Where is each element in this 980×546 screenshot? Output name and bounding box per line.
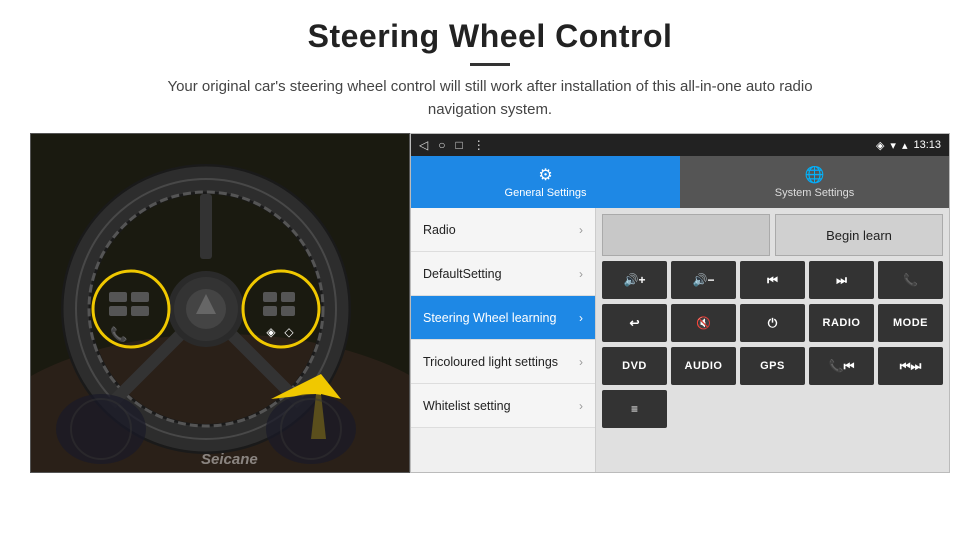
audio-btn-label: AUDIO [685,360,723,372]
begin-learn-button[interactable]: Begin learn [775,214,943,256]
next-icon: ⏭ [836,273,847,288]
tab-system-settings[interactable]: 🌐 System Settings [680,156,949,208]
menu-item-steering-label: Steering Wheel learning [423,311,556,325]
vol-up-button[interactable]: 🔊+ [602,261,667,299]
list-menu-icon: ≡ [631,402,638,416]
rp-row1: Begin learn [602,214,943,256]
menu-arrow-radio: › [579,223,583,237]
phone-icon: 📞 [903,273,918,287]
power-icon: ⏻ [768,316,778,331]
svg-text:◈: ◈ [266,325,276,339]
rp-row2: 🔊+ 🔊− ⏮ ⏭ 📞 [602,261,943,299]
phone-button[interactable]: 📞 [878,261,943,299]
menu-item-steering-wheel[interactable]: Steering Wheel learning › [411,296,595,340]
recents-nav-icon[interactable]: □ [455,138,462,152]
vol-down-button[interactable]: 🔊− [671,261,736,299]
system-settings-label: System Settings [775,187,854,199]
location-icon: ◈ [876,139,884,152]
photo-side: 📞 ◈ ◇ Seicane [30,133,410,473]
menu-item-default-setting[interactable]: DefaultSetting › [411,252,595,296]
page-wrapper: Steering Wheel Control Your original car… [0,0,980,473]
left-menu: Radio › DefaultSetting › Steering Wheel … [411,208,596,472]
menu-arrow-tricoloured: › [579,355,583,369]
back-button[interactable]: ↩ [602,304,667,342]
menu-item-tricoloured[interactable]: Tricoloured light settings › [411,340,595,384]
wifi-icon: ▾ [890,139,896,152]
main-content: Radio › DefaultSetting › Steering Wheel … [411,208,949,472]
skip-icon: ⏮⏭ [900,359,922,374]
skip-button[interactable]: ⏮⏭ [878,347,943,385]
mute-button[interactable]: 🔇 [671,304,736,342]
menu-arrow-default: › [579,267,583,281]
phone-prev-button[interactable]: 📞⏮ [809,347,874,385]
dvd-button[interactable]: DVD [602,347,667,385]
page-title: Steering Wheel Control [30,18,950,55]
menu-nav-icon[interactable]: ⋮ [473,138,485,152]
mode-button[interactable]: MODE [878,304,943,342]
system-settings-icon: 🌐 [805,165,825,185]
gps-button[interactable]: GPS [740,347,805,385]
power-button[interactable]: ⏻ [740,304,805,342]
subtitle-text: Your original car's steering wheel contr… [140,76,840,121]
steering-wheel-svg: 📞 ◈ ◇ Seicane [31,134,410,473]
prev-track-button[interactable]: ⏮ [740,261,805,299]
right-panel: Begin learn 🔊+ 🔊− ⏮ [596,208,949,472]
home-nav-icon[interactable]: ○ [438,138,445,152]
menu-arrow-steering: › [579,311,583,325]
menu-arrow-whitelist: › [579,399,583,413]
status-bar-right: ◈ ▾ ▴ 13:13 [876,139,941,152]
svg-text:📞: 📞 [110,325,128,343]
tab-bar: ⚙ General Settings 🌐 System Settings [411,156,949,208]
gps-btn-label: GPS [760,360,785,372]
dvd-btn-label: DVD [622,360,647,372]
mute-icon: 🔇 [696,316,711,330]
status-bar: ◁ ○ □ ⋮ ◈ ▾ ▴ 13:13 [411,134,949,156]
status-bar-left: ◁ ○ □ ⋮ [419,138,485,152]
content-area: 📞 ◈ ◇ Seicane [30,133,950,473]
signal-icon: ▴ [902,139,908,152]
rp-row3: ↩ 🔇 ⏻ RADIO MODE [602,304,943,342]
menu-item-tricoloured-label: Tricoloured light settings [423,355,558,369]
phone-prev-icon: 📞⏮ [829,359,855,374]
menu-item-whitelist[interactable]: Whitelist setting › [411,384,595,428]
prev-icon: ⏮ [767,273,778,288]
ui-side: ◁ ○ □ ⋮ ◈ ▾ ▴ 13:13 ⚙ General Settings [410,133,950,473]
title-section: Steering Wheel Control Your original car… [30,18,950,121]
menu-item-whitelist-label: Whitelist setting [423,399,511,413]
audio-button[interactable]: AUDIO [671,347,736,385]
list-menu-button[interactable]: ≡ [602,390,667,428]
title-divider [470,63,510,66]
next-track-button[interactable]: ⏭ [809,261,874,299]
svg-text:◇: ◇ [284,325,294,339]
back-icon: ↩ [629,316,639,330]
menu-item-radio[interactable]: Radio › [411,208,595,252]
vol-down-icon: 🔊− [693,273,715,287]
menu-item-radio-label: Radio [423,223,456,237]
back-nav-icon[interactable]: ◁ [419,138,428,152]
radio-btn-label: RADIO [823,317,861,329]
tab-general-settings[interactable]: ⚙ General Settings [411,156,680,208]
rp-row4: DVD AUDIO GPS 📞⏮ ⏮⏭ [602,347,943,385]
rp-row5: ≡ [602,390,943,428]
mode-btn-label: MODE [893,317,928,329]
general-settings-icon: ⚙ [538,165,552,185]
rp-empty-box [602,214,770,256]
vol-up-icon: 🔊+ [624,273,646,287]
general-settings-label: General Settings [505,187,587,199]
menu-item-default-label: DefaultSetting [423,267,502,281]
svg-text:Seicane: Seicane [201,451,258,468]
radio-btn[interactable]: RADIO [809,304,874,342]
clock: 13:13 [913,139,941,151]
